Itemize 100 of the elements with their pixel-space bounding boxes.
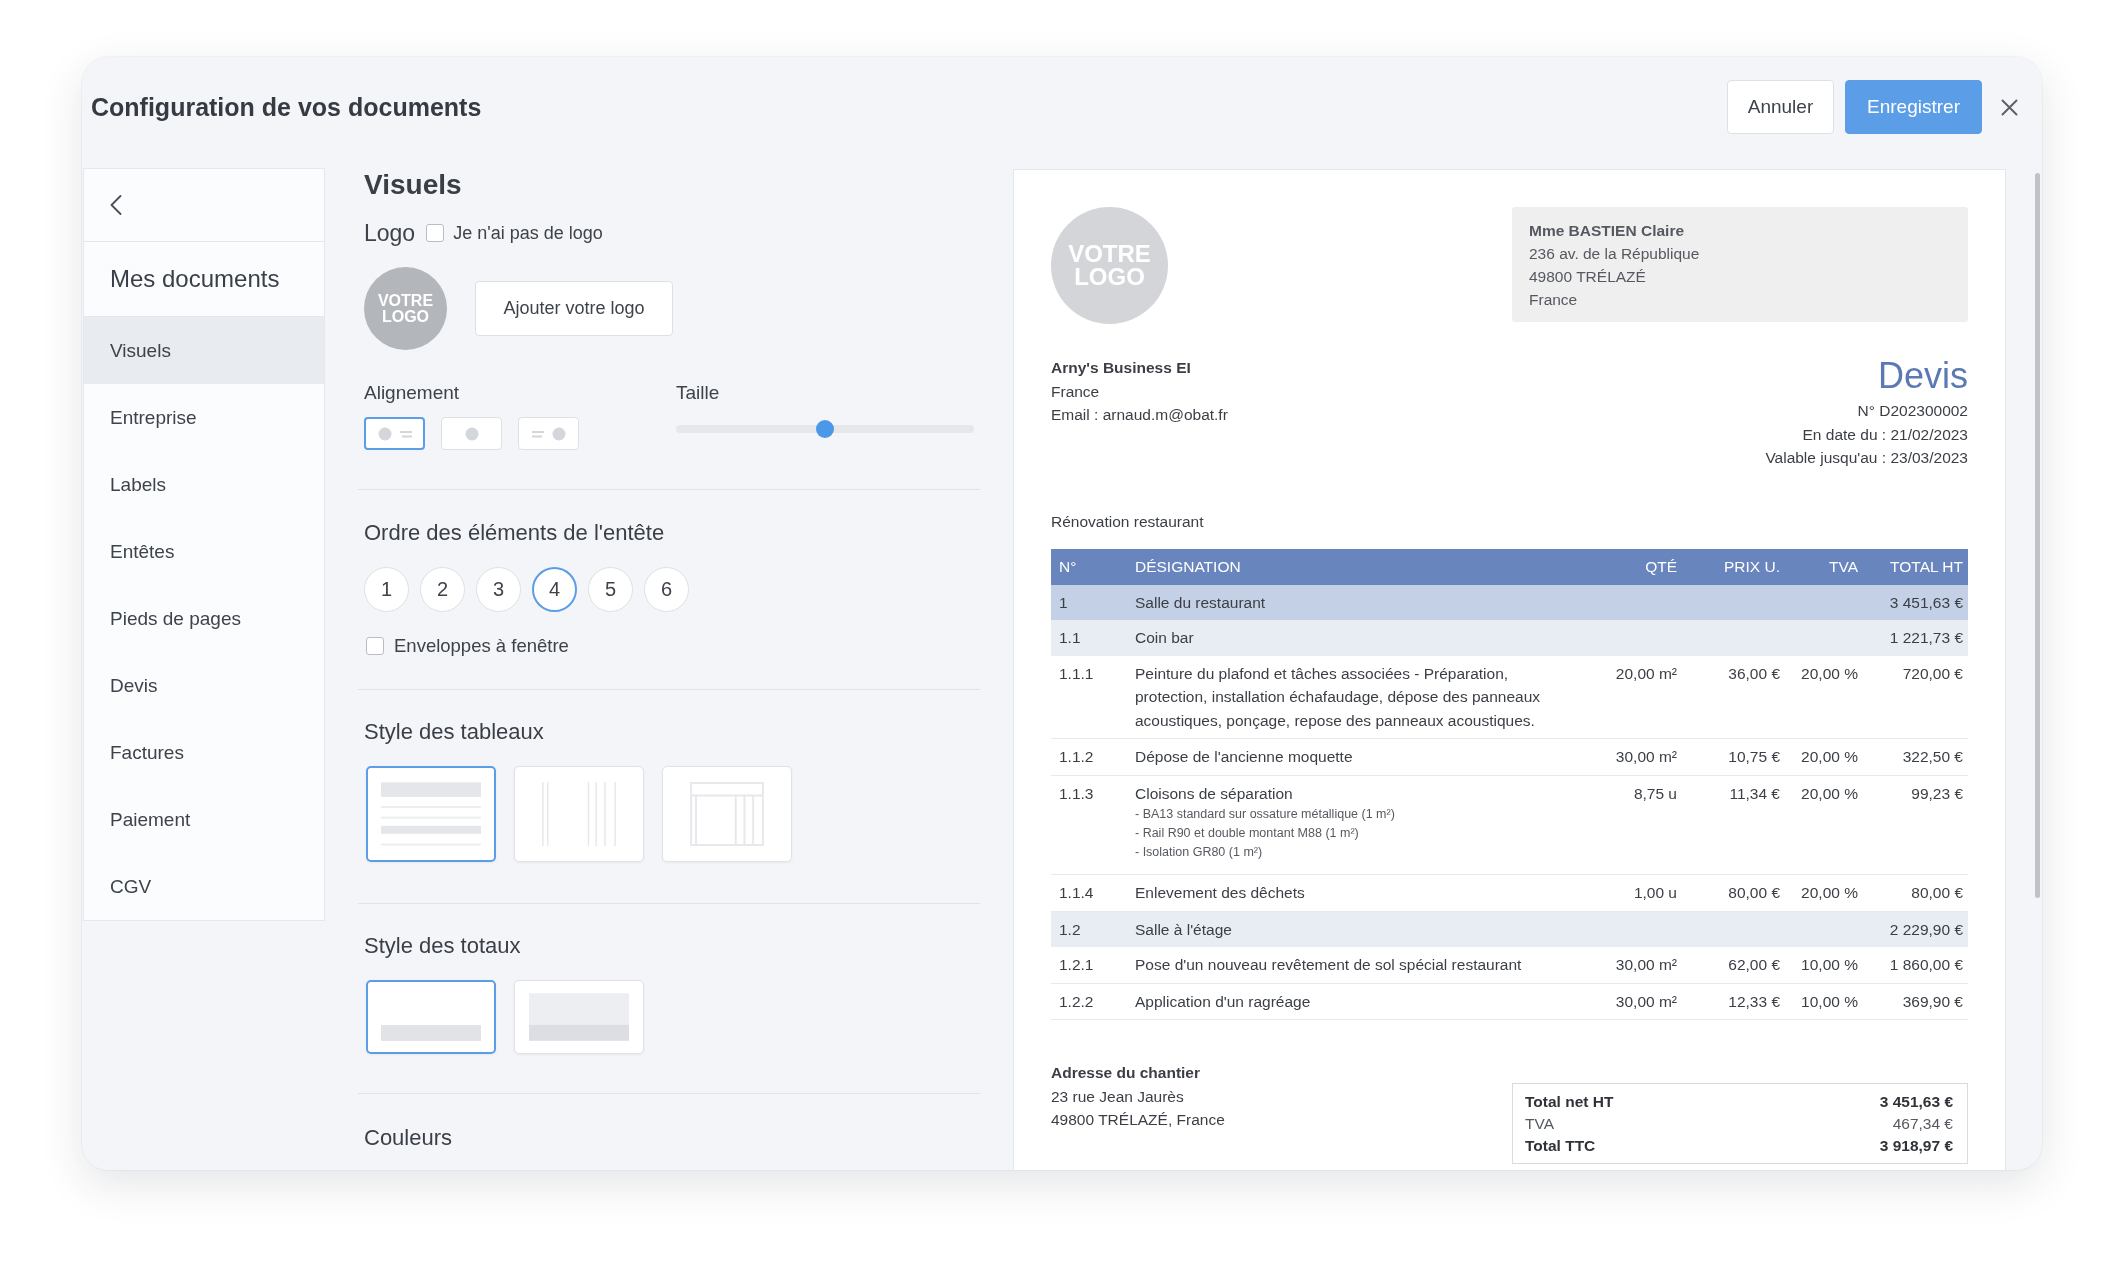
- table-cell-text: Salle du restaurant: [1135, 592, 1267, 613]
- sidebar-item[interactable]: Visuels: [84, 317, 324, 384]
- total-label: Total net HT: [1525, 1092, 1614, 1112]
- table-cell: 80,00 €: [1728, 884, 1780, 901]
- order-option[interactable]: 5: [588, 567, 633, 612]
- table-rows-icon: [381, 782, 481, 846]
- section-heading: Couleurs: [364, 1124, 454, 1152]
- table-cell-text: Peinture du plafond et tâches associées - Préparation, protection, installation échafaudage, dépose des panneaux acoustiques, ponçage, repose des panneaux acoustiques.: [1135, 663, 1542, 731]
- field-label: Taille: [676, 381, 721, 405]
- checkbox[interactable]: [426, 224, 445, 242]
- table-cell: 1.2: [1059, 920, 1081, 938]
- table-cell-text: Enlevement des dêchets: [1135, 883, 1306, 903]
- table-cell: 30,00 m²: [1615, 956, 1677, 973]
- scrollbar-thumb[interactable]: [2035, 173, 2040, 898]
- column-header: N°: [1058, 557, 1078, 576]
- table-cell: 62,00 €: [1728, 956, 1780, 973]
- column-header: TOTAL HT: [1889, 557, 1964, 576]
- table-cell: 11,34 €: [1729, 784, 1780, 802]
- sidebar-item[interactable]: Entêtes: [84, 518, 324, 585]
- table-cell: 322,50 €: [1902, 748, 1963, 765]
- table-cell: 10,00 %: [1801, 956, 1858, 973]
- sidebar-item[interactable]: Pieds de pages: [84, 585, 324, 652]
- company-line: France: [1051, 381, 1101, 402]
- totals-band-icon: [381, 1025, 481, 1041]
- table-cell: 1: [1059, 593, 1068, 611]
- section-heading: Ordre des éléments de l'entête: [364, 519, 666, 547]
- table-cell: 99,23 €: [1911, 784, 1963, 802]
- align-left-icon: [377, 426, 412, 441]
- table-cell: 20,00 %: [1801, 748, 1858, 765]
- dialog-title: Configuration de vos documents: [91, 92, 482, 122]
- table-cell: 10,00 %: [1801, 992, 1858, 1010]
- order-option[interactable]: 1: [364, 567, 409, 612]
- chevron-left-icon[interactable]: [110, 195, 122, 215]
- checkbox-label: Je n'ai pas de logo: [453, 222, 603, 244]
- field-label: Alignement: [364, 381, 461, 405]
- table-cell: 20,00 m²: [1615, 664, 1677, 682]
- size-slider[interactable]: [676, 420, 974, 438]
- logo-text: VOTRE LOGO: [377, 293, 434, 324]
- address-line: 23 rue Jean Jaurès: [1051, 1086, 1185, 1107]
- total-label: TVA: [1525, 1114, 1554, 1134]
- table-cell: 1,00 u: [1633, 884, 1677, 901]
- table-style-option[interactable]: [366, 766, 496, 862]
- company-line: Email : arnaud.m@obat.fr: [1051, 405, 1228, 425]
- table-cell-text: Dépose de l'ancienne moquette: [1135, 747, 1354, 767]
- table-cell: 30,00 m²: [1615, 992, 1677, 1010]
- order-option[interactable]: 6: [644, 567, 689, 612]
- alignment-option[interactable]: [364, 417, 425, 450]
- sidebar-item[interactable]: Devis: [84, 652, 324, 719]
- table-cell: 20,00 %: [1801, 884, 1858, 901]
- table-cell: 20,00 %: [1801, 784, 1858, 802]
- total-value: 3 918,97 €: [1879, 1136, 1953, 1156]
- column-header: DÉSIGNATION: [1134, 557, 1242, 576]
- table-cell: 2 229,90 €: [1889, 920, 1963, 938]
- table-cell: 1.1.1: [1059, 664, 1094, 682]
- recipient-name: Mme BASTIEN Claire: [1529, 221, 1686, 241]
- table-cell: 3 451,63 €: [1889, 593, 1963, 611]
- table-cell-text: Salle à l'étage: [1135, 919, 1233, 940]
- logo-label: Logo: [364, 219, 416, 247]
- total-value: 3 451,63 €: [1879, 1092, 1953, 1112]
- company-name: Arny's Business EI: [1051, 358, 1192, 378]
- site-address-title: Adresse du chantier: [1051, 1063, 1202, 1083]
- align-center-icon: [464, 426, 479, 441]
- sidebar-heading: Mes documents: [110, 265, 280, 293]
- table-cell-text: Coin bar: [1135, 628, 1195, 648]
- slider-thumb[interactable]: [816, 420, 834, 438]
- order-option[interactable]: 3: [476, 567, 521, 612]
- totals-style-option[interactable]: [366, 980, 496, 1054]
- sidebar-item[interactable]: Entreprise: [84, 384, 324, 451]
- address-line: 49800 TRÉLAZÉ: [1529, 267, 1647, 287]
- sidebar-item[interactable]: Paiement: [84, 786, 324, 853]
- address-line: 236 av. de la République: [1529, 244, 1701, 264]
- table-cell: 1.2.2: [1059, 992, 1094, 1010]
- document-title: Devis: [1876, 356, 1968, 396]
- table-cell: 30,00 m²: [1615, 748, 1677, 765]
- table-cell: 20,00 %: [1801, 664, 1858, 682]
- address-line: 49800 TRÉLAZÉ, France: [1051, 1110, 1225, 1130]
- totals-shaded-icon: [529, 993, 629, 1041]
- address-line: France: [1529, 290, 1579, 310]
- close-icon[interactable]: [2001, 98, 2018, 116]
- column-header: PRIX U.: [1723, 557, 1781, 576]
- table-cell-text: Cloisons de séparation: [1135, 783, 1294, 804]
- table-cell: 1 860,00 €: [1889, 956, 1963, 973]
- add-logo-button[interactable]: Ajouter votre logo: [475, 281, 673, 336]
- table-cell: 12,33 €: [1728, 992, 1780, 1010]
- checkbox-label: Enveloppes à fenêtre: [394, 635, 569, 657]
- column-header: QTÉ: [1644, 557, 1678, 576]
- sidebar-item[interactable]: Labels: [84, 451, 324, 518]
- table-cell: 10,75 €: [1728, 748, 1780, 765]
- sidebar-item[interactable]: CGV: [84, 853, 324, 920]
- table-cell: 1 221,73 €: [1889, 629, 1963, 646]
- cancel-button[interactable]: Annuler: [1727, 80, 1834, 134]
- table-cell: 80,00 €: [1911, 884, 1963, 901]
- table-cell: 1.1: [1059, 629, 1081, 646]
- sidebar-item[interactable]: Factures: [84, 719, 324, 786]
- table-cell: 369,90 €: [1902, 992, 1963, 1010]
- column-header: TVA: [1828, 557, 1859, 576]
- order-option[interactable]: 2: [420, 567, 465, 612]
- order-option[interactable]: 4: [532, 567, 577, 612]
- item-detail: - BA13 standard sur ossature métallique (1 m²): [1135, 806, 1396, 823]
- checkbox[interactable]: [366, 637, 384, 655]
